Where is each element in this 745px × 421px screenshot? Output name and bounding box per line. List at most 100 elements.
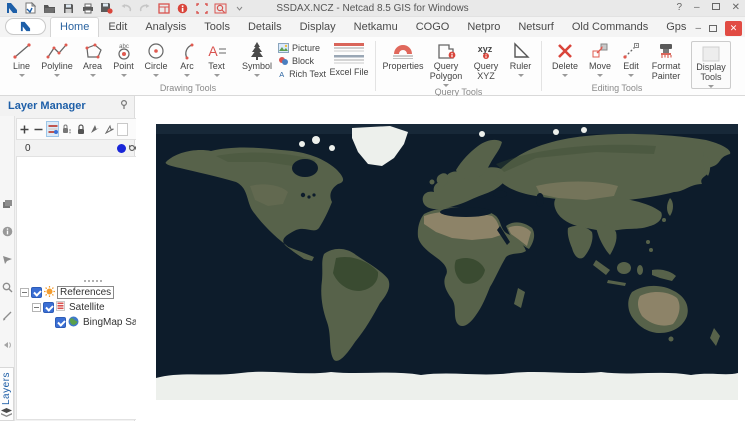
dropdown-caret[interactable] <box>54 74 60 77</box>
tab-old-commands[interactable]: Old Commands <box>563 18 657 37</box>
query-polygon-button[interactable]: Query Polygon <box>425 37 467 87</box>
pick-arrow-button[interactable] <box>88 121 101 137</box>
search-icon[interactable] <box>2 280 13 298</box>
circle-button[interactable]: Circle <box>139 37 173 77</box>
dropdown-caret[interactable] <box>89 74 96 77</box>
text-button[interactable]: A Text <box>201 37 232 77</box>
quick-access-toolbar <box>5 2 246 14</box>
excel-file-button[interactable]: Excel File <box>328 37 370 77</box>
dropdown-caret[interactable] <box>597 74 603 77</box>
info-button[interactable] <box>176 2 189 14</box>
area-button[interactable]: Area <box>77 37 108 77</box>
signal-icon[interactable] <box>2 252 13 270</box>
print-button[interactable] <box>81 2 94 14</box>
layers-stack-icon <box>1 408 12 417</box>
layer-list-button[interactable] <box>46 121 59 137</box>
arc-button[interactable]: Arc <box>173 37 201 77</box>
polyline-button[interactable]: Polyline <box>37 37 77 77</box>
doc-close-button[interactable]: ✕ <box>725 20 742 36</box>
arc-icon <box>177 41 197 61</box>
ruler-button[interactable]: Ruler <box>505 37 536 77</box>
remove-layer-button[interactable] <box>32 121 45 137</box>
layer-manager-body: Layers 0 References Satellite BingMap Sa… <box>0 116 170 421</box>
svg-text:A: A <box>279 69 284 78</box>
pick-arrow-alt-button[interactable] <box>102 121 115 137</box>
dropdown-caret[interactable] <box>708 85 714 88</box>
map-viewport[interactable] <box>156 124 738 400</box>
tab-gps[interactable]: Gps <box>657 18 695 37</box>
display-tools-button[interactable]: Display Tools <box>691 41 731 89</box>
dropdown-caret[interactable] <box>18 74 25 77</box>
qat-more-dropdown[interactable] <box>233 2 246 14</box>
block-button[interactable]: Block <box>278 54 326 67</box>
layers-book-icon[interactable] <box>2 196 13 214</box>
redo-button[interactable] <box>138 2 151 14</box>
tab-tools[interactable]: Tools <box>195 18 239 37</box>
dropdown-caret[interactable] <box>184 74 190 77</box>
pin-icon[interactable] <box>120 99 128 112</box>
move-button[interactable]: Move <box>583 37 617 77</box>
checkbox-checked[interactable] <box>55 317 66 328</box>
add-layer-button[interactable] <box>18 121 31 137</box>
undo-button[interactable] <box>119 2 132 14</box>
new-file-button[interactable] <box>24 2 37 14</box>
restore-button[interactable] <box>711 3 720 13</box>
lock-button[interactable] <box>74 121 87 137</box>
window-controls: ? – ✕ <box>676 3 740 13</box>
doc-restore-button[interactable] <box>709 19 717 37</box>
checkbox-checked[interactable] <box>43 302 54 313</box>
color-swatch[interactable] <box>117 143 127 153</box>
point-icon: abc <box>114 41 134 61</box>
dropdown-caret[interactable] <box>517 74 524 77</box>
edit-button[interactable]: Edit <box>617 37 645 77</box>
delete-button[interactable]: Delete <box>547 37 583 77</box>
doc-minimize-button[interactable]: – <box>695 23 701 34</box>
document-window-controls: – ✕ <box>695 19 745 37</box>
save-button[interactable] <box>62 2 75 14</box>
dropdown-caret[interactable] <box>120 74 127 77</box>
tab-cogo[interactable]: COGO <box>407 18 459 37</box>
select-region-button[interactable] <box>195 2 208 14</box>
collapse-icon[interactable] <box>32 303 41 312</box>
format-painter-button[interactable]: Format Painter <box>645 37 687 81</box>
app-menu-button[interactable] <box>5 18 46 35</box>
info-circle-icon[interactable] <box>2 224 13 242</box>
tab-details[interactable]: Details <box>239 18 291 37</box>
tab-edit[interactable]: Edit <box>99 18 136 37</box>
dropdown-caret[interactable] <box>562 74 568 77</box>
sketch-icon[interactable] <box>2 308 13 326</box>
tab-home[interactable]: Home <box>50 17 100 38</box>
point-button[interactable]: abc Point <box>108 37 139 77</box>
tab-display[interactable]: Display <box>291 18 345 37</box>
help-button[interactable]: ? <box>676 3 682 13</box>
query-xyz-button[interactable]: xyz Query XYZ <box>467 37 505 81</box>
globe-icon <box>68 316 79 330</box>
zoom-window-button[interactable] <box>214 2 227 14</box>
key-lock-button[interactable] <box>60 121 73 137</box>
window-grid-button[interactable] <box>157 2 170 14</box>
layers-dock-tab[interactable]: Layers <box>0 366 14 421</box>
close-button[interactable]: ✕ <box>732 3 740 13</box>
query-buttons: Properties Query Polygon xyz Query XYZ R… <box>381 37 536 87</box>
dropdown-caret[interactable] <box>628 74 634 77</box>
tab-netpro[interactable]: Netpro <box>458 18 509 37</box>
checkbox-checked[interactable] <box>31 287 42 298</box>
symbol-button[interactable]: Symbol <box>238 37 276 77</box>
antenna-icon[interactable] <box>2 336 13 354</box>
dropdown-caret[interactable] <box>254 74 260 77</box>
tab-analysis[interactable]: Analysis <box>136 18 195 37</box>
filter-box[interactable] <box>117 122 128 136</box>
dropdown-caret[interactable] <box>153 74 159 77</box>
save-all-button[interactable] <box>100 2 113 14</box>
properties-icon <box>390 41 416 61</box>
properties-button[interactable]: Properties <box>381 37 425 71</box>
tab-netsurf[interactable]: Netsurf <box>509 18 562 37</box>
line-button[interactable]: Line <box>6 37 37 77</box>
minimize-button[interactable]: – <box>694 3 700 13</box>
rich-text-button[interactable]: A Rich Text <box>278 67 326 80</box>
picture-button[interactable]: Picture <box>278 41 326 54</box>
open-folder-button[interactable] <box>43 2 56 14</box>
collapse-icon[interactable] <box>20 288 29 297</box>
tab-netkamu[interactable]: Netkamu <box>345 18 407 37</box>
dropdown-caret[interactable] <box>213 74 220 77</box>
